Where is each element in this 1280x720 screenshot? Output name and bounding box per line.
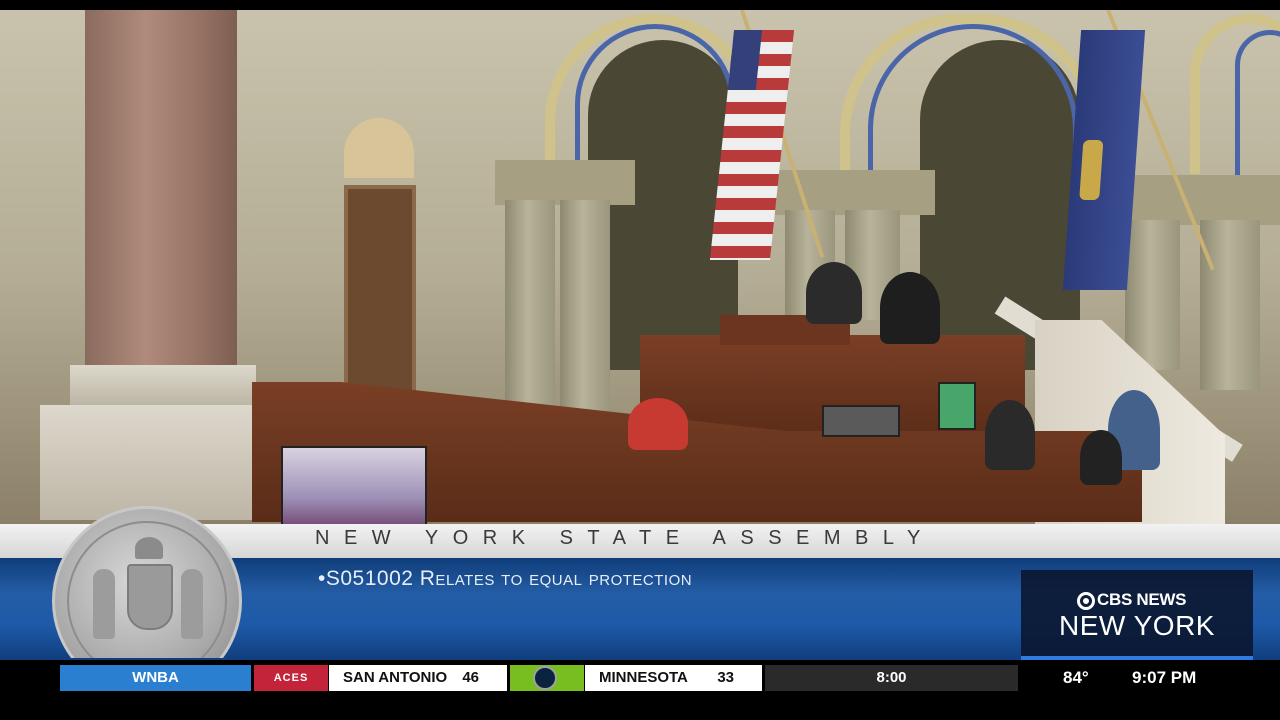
league-label: WNBA	[60, 665, 251, 691]
team2-score: 33	[717, 669, 734, 686]
team2-score-box: MINNESOTA 33	[585, 665, 762, 691]
pillar-plinth	[40, 405, 260, 520]
team1-score: 46	[462, 669, 479, 686]
pillar-base	[70, 365, 256, 405]
stone-column	[505, 200, 555, 410]
control-panel	[822, 405, 900, 437]
team2-name: MINNESOTA	[599, 669, 688, 686]
team1-score-box: SAN ANTONIO 46	[329, 665, 507, 691]
chamber-title: NEW YORK STATE ASSEMBLY	[315, 527, 935, 549]
stone-column	[560, 200, 610, 420]
door-arch	[344, 118, 414, 178]
eagle-icon	[135, 537, 163, 559]
column-capital	[495, 160, 635, 205]
chamber-tv-monitor	[281, 446, 427, 534]
blue-arch-trim	[575, 24, 735, 174]
staff-person	[1080, 430, 1122, 485]
blue-arch-trim	[1235, 30, 1280, 180]
wooden-door	[344, 185, 416, 400]
staff-person	[985, 400, 1035, 470]
marble-pillar	[85, 10, 237, 370]
desk-monitor	[938, 382, 976, 430]
local-time: 9:07 PM	[1132, 668, 1197, 687]
member-red-jacket	[628, 398, 688, 450]
justice-figure-icon	[181, 569, 203, 639]
temperature: 84°	[1063, 668, 1089, 687]
bill-caption: •S051002 Relates to equal protection	[318, 567, 693, 590]
aces-logo-icon: ACES	[254, 665, 328, 691]
stone-column	[1125, 220, 1180, 370]
station-city: NEW YORK	[1059, 610, 1215, 641]
stone-column	[1200, 220, 1260, 390]
team1-name: SAN ANTONIO	[343, 669, 448, 686]
channel-logo: CBS NEWS NEW YORK	[1021, 570, 1253, 660]
new-york-state-seal	[52, 506, 242, 658]
shield-icon	[127, 564, 173, 630]
game-clock: 8:00	[765, 665, 1018, 691]
column-capital	[1115, 175, 1280, 225]
cbs-eye-icon	[1077, 592, 1095, 610]
lynx-logo-icon	[510, 665, 584, 691]
speaker-person	[806, 262, 862, 324]
network-name: CBS NEWS	[1097, 590, 1187, 609]
liberty-figure-icon	[93, 569, 115, 639]
official-person	[880, 272, 940, 344]
